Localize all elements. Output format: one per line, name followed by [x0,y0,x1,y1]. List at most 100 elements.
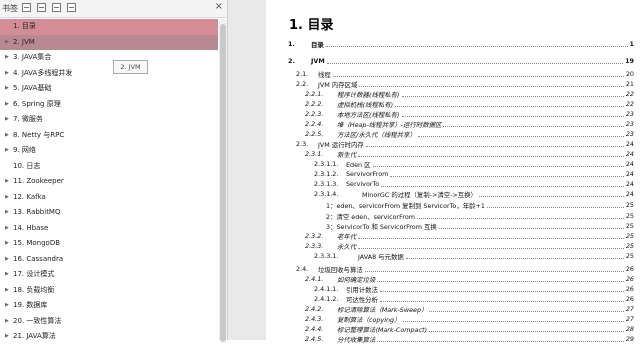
toc-entry[interactable]: 2.3.1.1. Eden 区 24 [266,160,634,170]
toc-entry[interactable]: 2.3.1.4. MinorGC 的过程（复制->清空->互换） 24 [266,190,634,200]
expand-arrow-icon[interactable]: ▶ [5,112,9,128]
expand-arrow-icon[interactable]: ▶ [5,205,9,221]
toc-entry[interactable]: 2.3.3.1. JAVA8 与元数据 25 [266,252,634,262]
expand-icon[interactable] [37,3,46,12]
toc-entry[interactable]: 2.2.4. 堆（Heap-线程共享）-运行时数据区 23 [266,120,634,130]
document-page: 1. 目录 1. 目录 1 2. JVM 19 2.1. 线程 20 2.2. JVM 内存区域 21… [266,0,640,344]
bookmark-item[interactable]: ▶ 11. Zookeeper [0,174,218,190]
bookmark-item[interactable]: ▶ 15. MongoDB [0,236,218,252]
toc-entry[interactable]: 2.4.2. 标记清除算法（Mark-Sweep） 27 [266,305,634,315]
toc-entry[interactable]: 2.4.4. 标记整理算法(Mark-Compact) 28 [266,325,634,335]
toc-leader [358,238,624,239]
bookmark-item[interactable]: ▶ 12. Kafka [0,190,218,206]
bookmark-label: 3. JAVA集合 [13,53,52,61]
bookmarks-scrollbar[interactable] [219,19,227,342]
toc-entry[interactable]: 2.1. 线程 20 [266,70,634,80]
toc-leader [365,271,624,272]
bookmark-item[interactable]: ▶ 20. 一致性算法 [0,314,218,330]
toc-entry[interactable]: 1：eden、servicorFrom 复制到 ServicorTo，年龄+1 2… [266,201,634,211]
bookmark-item[interactable]: ▶ 5. JAVA基础 [0,81,218,97]
bookmark-item[interactable]: ▶ 18. 负载均衡 [0,283,218,299]
toc-text: 3：ServicorTo 和 ServicorFrom 互换 [326,223,437,231]
toc-page-number: 27 [625,305,634,313]
expand-arrow-icon[interactable]: ▶ [5,221,9,237]
toc-entry[interactable]: 2.3. JVM 运行时内存 24 [266,140,634,150]
toc-text: 垃圾回收与算法 [318,266,363,274]
expand-arrow-icon[interactable]: ▶ [5,35,9,51]
toc-entry[interactable]: 2.3.3. 永久代 25 [266,242,634,252]
toc-entry[interactable]: 2.2.2. 虚拟机栈(线程私有) 22 [266,100,634,110]
expand-arrow-icon[interactable]: ▶ [5,236,9,252]
toc-entry[interactable]: 3：ServicorTo 和 ServicorFrom 互换 25 [266,222,634,232]
expand-arrow-icon[interactable]: ▶ [5,298,9,314]
toc-entry[interactable]: 2.2.5. 方法区/永久代（线程共享） 23 [266,130,634,140]
toc-entry[interactable]: 2.4.5. 分代收集算法 29 [266,335,634,345]
bookmark-item[interactable]: ▶ 7. 微服务 [0,112,218,128]
toc-number: 2.4.4. [305,325,324,333]
expand-arrow-icon[interactable]: ▶ [5,283,9,299]
bookmark-item[interactable]: ▶ 19. 数据库 [0,298,218,314]
expand-arrow-icon[interactable]: ▶ [5,174,9,190]
toc-text: 复制算法（copying） [337,316,401,324]
expand-arrow-icon[interactable]: ▶ [5,97,9,113]
toc-page-number: 25 [625,201,634,209]
toc-entry[interactable]: 2.3.1.3. ServivorTo 24 [266,180,634,190]
toc-page-number: 29 [625,335,634,343]
bookmark-item[interactable]: ▶ 8. Netty 与RPC [0,128,218,144]
expand-arrow-icon[interactable]: ▶ [5,66,9,82]
toc-page-number: 20 [625,70,634,78]
options-icon[interactable] [22,3,31,12]
expand-arrow-icon[interactable]: ▶ [5,128,9,144]
toc-entry[interactable]: 2.2.3. 本地方法区(线程私有) 23 [266,110,634,120]
toc-page-number: 25 [625,212,634,220]
bookmark-item[interactable]: ▶ 16. Cassandra [0,252,218,268]
toc-page-number: 26 [625,285,634,293]
expand-arrow-icon[interactable]: ▶ [5,314,9,330]
toc-page-number: 23 [625,130,634,138]
bookmark-item[interactable]: 1. 目录 [0,19,218,35]
bookmark-item[interactable]: ▶ 17. 设计模式 [0,267,218,283]
toc-entry[interactable]: 2.4. 垃圾回收与算法 26 [266,265,634,275]
toc-page-number: 26 [625,295,634,303]
expand-arrow-icon[interactable]: ▶ [5,267,9,283]
toc-entry[interactable]: 2. JVM 19 [266,57,634,67]
toc-entry[interactable]: 1. 目录 1 [266,40,634,50]
close-icon[interactable]: × [215,1,223,12]
expand-arrow-icon[interactable]: ▶ [5,50,9,66]
toc-number: 2.4.1.1. [314,285,339,293]
scrollbar-thumb[interactable] [220,24,226,342]
expand-arrow-icon[interactable]: ▶ [5,252,9,268]
collapse-icon[interactable] [52,3,61,12]
toc-entry[interactable]: 2.2.1. 程序计数器(线程私有) 22 [266,90,634,100]
toc-number: 2.4. [296,265,309,273]
expand-arrow-icon[interactable]: ▶ [5,329,9,345]
toc-entry[interactable]: 2.4.1.2. 可达性分析 26 [266,295,634,305]
bookmark-item[interactable]: ▶ 2. JVM [0,34,218,51]
toc-text: 老年代 [337,233,357,241]
toc-leader [418,136,624,137]
toc-number: 2.2.1. [305,90,324,98]
bookmark-item[interactable]: ▶ 9. 网络 [0,143,218,159]
bookmark-item[interactable]: ▶ 4. JAVA多线程并发 [0,66,218,82]
toc-text: 虚拟机栈(线程私有) [337,101,394,109]
bookmark-item[interactable]: ▶ 3. JAVA集合 [0,50,218,66]
toc-page-number: 27 [625,315,634,323]
expand-arrow-icon[interactable]: ▶ [5,81,9,97]
toc-entry[interactable]: 2.4.1.1. 引用计数法 26 [266,285,634,295]
bookmark-item[interactable]: ▶ 21. JAVA算法 [0,329,218,345]
toc-entry[interactable]: 2.3.1.2. ServivorFrom 24 [266,170,634,180]
expand-arrow-icon[interactable]: ▶ [5,190,9,206]
expand-arrow-icon[interactable]: ▶ [5,143,9,159]
bookmark-item[interactable]: ▶ 6. Spring 原理 [0,97,218,113]
toc-entry[interactable]: 2.3.1. 新生代 24 [266,150,634,160]
toc-number: 2.3.1.3. [314,180,339,188]
toc-entry[interactable]: 2.4.3. 复制算法（copying） 27 [266,315,634,325]
toc-entry[interactable]: 2.4.1. 如何确定垃圾 26 [266,275,634,285]
toc-entry[interactable]: 2.2. JVM 内存区域 21 [266,80,634,90]
toc-entry[interactable]: 2：清空 eden、servicorFrom 25 [266,212,634,222]
toc-entry[interactable]: 2.3.2. 老年代 25 [266,232,634,242]
bookmark-add-icon[interactable] [67,3,76,12]
bookmark-item[interactable]: ▶ 13. RabbitMQ [0,205,218,221]
bookmark-item[interactable]: ▶ 14. Hbase [0,221,218,237]
bookmark-item[interactable]: 10. 日志 [0,159,218,175]
